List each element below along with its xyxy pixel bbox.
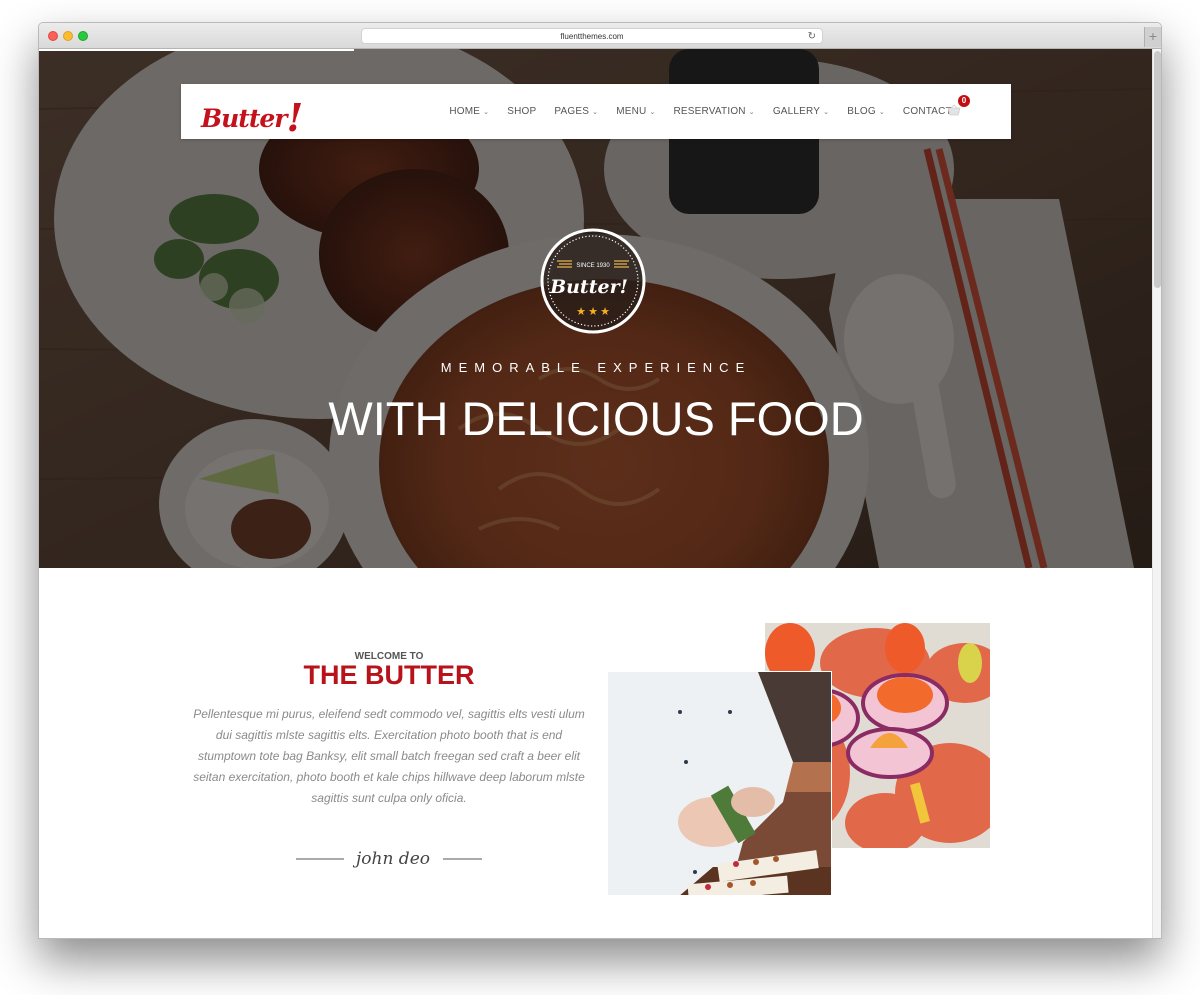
- hero-title: WITH DELICIOUS FOOD: [328, 392, 864, 445]
- scrollbar-thumb[interactable]: [1154, 51, 1161, 288]
- badge-name-text: Butter!: [549, 276, 628, 298]
- nav-label: BLOG: [847, 106, 876, 117]
- star-icon: ★: [576, 306, 586, 318]
- reload-icon[interactable]: ↻: [808, 29, 816, 44]
- about-description: Pellentesque mi purus, eleifend sedt com…: [193, 707, 585, 805]
- nav-label: PAGES: [554, 106, 590, 117]
- hero-subtitle: MEMORABLE EXPERIENCE: [440, 360, 752, 375]
- browser-window: fluentthemes.com ↻ + Butter! HOME ⌄ SHOP…: [38, 22, 1162, 939]
- plus-icon[interactable]: +: [1144, 27, 1161, 47]
- page-scrollbar[interactable]: [1152, 49, 1161, 938]
- nav-label: MENU: [616, 106, 647, 117]
- signature-text: john deo: [352, 849, 430, 869]
- browser-titlebar: fluentthemes.com ↻ +: [39, 23, 1161, 49]
- star-icon: ★: [600, 306, 610, 318]
- nav-item-pages[interactable]: PAGES ⌄: [554, 106, 598, 117]
- cart-button[interactable]: 0: [947, 95, 970, 117]
- address-bar[interactable]: fluentthemes.com ↻: [361, 28, 823, 44]
- nav-label: CONTACT: [902, 106, 952, 117]
- nav-item-blog[interactable]: BLOG ⌄: [847, 106, 885, 117]
- badge-since-text: SINCE 1930: [576, 263, 610, 269]
- close-window-button[interactable]: [48, 31, 58, 41]
- site-logo[interactable]: Butter!: [201, 91, 303, 140]
- cart-count-badge: 0: [958, 95, 970, 107]
- basket-icon: [947, 104, 961, 116]
- chevron-down-icon: ⌄: [748, 108, 755, 116]
- minimize-window-button[interactable]: [63, 31, 73, 41]
- chef-photo: [607, 671, 832, 896]
- maximize-window-button[interactable]: [78, 31, 88, 41]
- url-text: fluentthemes.com: [560, 32, 624, 41]
- chevron-down-icon: ⌄: [592, 108, 599, 116]
- about-title: THE BUTTER: [303, 660, 475, 690]
- page-load-progress-bar: [39, 49, 354, 51]
- nav-item-shop[interactable]: SHOP: [507, 106, 536, 117]
- since-1930-badge-logo: SINCE 1930 Butter! ★ ★ ★: [540, 228, 646, 334]
- nav-label: SHOP: [507, 106, 537, 117]
- chevron-down-icon: ⌄: [823, 108, 830, 116]
- star-icon: ★: [588, 306, 598, 318]
- nav-label: GALLERY: [772, 106, 821, 117]
- main-nav: HOME ⌄ SHOP PAGES ⌄ MENU ⌄ RESERVATION ⌄ GAL…: [449, 84, 961, 139]
- badge-stars: ★ ★ ★: [576, 306, 610, 318]
- nav-item-reservation[interactable]: RESERVATION ⌄: [674, 106, 755, 117]
- chevron-down-icon: ⌄: [649, 108, 656, 116]
- nav-item-menu[interactable]: MENU ⌄: [616, 106, 655, 117]
- chevron-down-icon: ⌄: [878, 108, 885, 116]
- nav-label: HOME: [449, 106, 481, 117]
- page-viewport: Butter! HOME ⌄ SHOP PAGES ⌄ MENU ⌄ RESERVAT…: [39, 49, 1153, 938]
- hero-section: Butter! HOME ⌄ SHOP PAGES ⌄ MENU ⌄ RESERVAT…: [39, 49, 1153, 568]
- nav-item-home[interactable]: HOME ⌄: [449, 106, 489, 117]
- site-navbar: Butter! HOME ⌄ SHOP PAGES ⌄ MENU ⌄ RESERVAT…: [181, 84, 1011, 140]
- logo-exclamation: !: [286, 95, 303, 140]
- chevron-down-icon: ⌄: [483, 108, 490, 116]
- nav-label: RESERVATION: [673, 106, 746, 117]
- nav-item-gallery[interactable]: GALLERY ⌄: [773, 106, 829, 117]
- logo-text: Butter: [201, 104, 287, 133]
- signature: john deo: [296, 849, 482, 869]
